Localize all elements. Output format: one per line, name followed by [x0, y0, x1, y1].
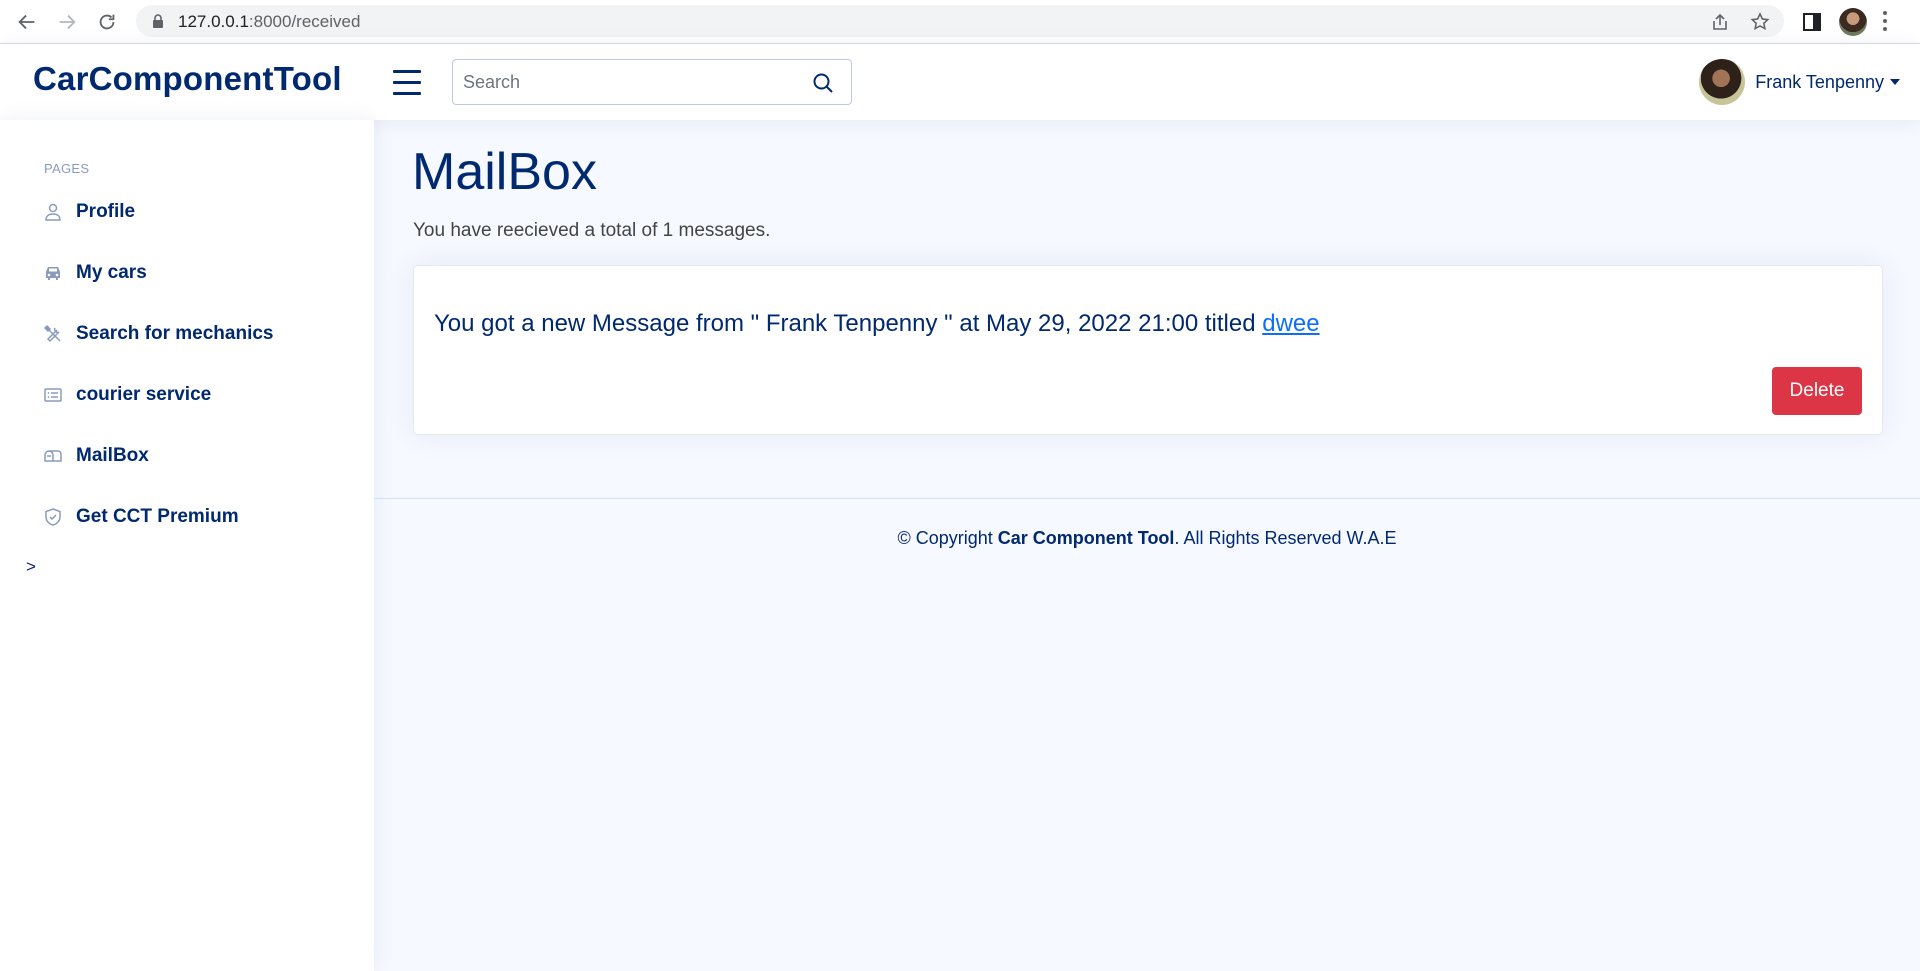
- share-icon[interactable]: [1710, 12, 1730, 32]
- menu-toggle-icon[interactable]: [393, 70, 421, 95]
- sidebar-item-my-cars[interactable]: My cars: [42, 256, 147, 290]
- sidebar-item-get-cct-premium[interactable]: Get CCT Premium: [42, 500, 239, 534]
- forward-button[interactable]: [54, 9, 80, 35]
- message-title-link[interactable]: dwee: [1262, 310, 1319, 337]
- footer-copyright: © Copyright Car Component Tool. All Righ…: [897, 528, 1397, 548]
- car-icon: [42, 262, 64, 284]
- browser-toolbar: 127.0.0.1:8000/received: [0, 0, 1920, 44]
- search-form: [452, 59, 852, 105]
- mailbox-icon: [42, 445, 64, 467]
- reload-button[interactable]: [94, 9, 120, 35]
- sidebar-item-label: Search for mechanics: [76, 323, 274, 344]
- reload-icon: [99, 14, 115, 30]
- sidebar: PAGES Profile My cars Search for mechani…: [0, 120, 374, 971]
- message-text: You got a new Message from " Frank Tenpe…: [434, 310, 1320, 337]
- side-panel-icon[interactable]: [1800, 10, 1824, 34]
- arrow-left-icon: [18, 14, 35, 30]
- sidebar-item-label: Profile: [76, 201, 136, 222]
- lock-icon: [153, 14, 163, 28]
- logo[interactable]: CarComponentTool: [33, 60, 342, 98]
- sidebar-heading: PAGES: [44, 161, 90, 176]
- address-bar[interactable]: 127.0.0.1:8000/received: [136, 5, 1784, 37]
- sidebar-item-mailbox[interactable]: MailBox: [42, 439, 149, 473]
- sidebar-collapse-toggle[interactable]: >: [26, 557, 36, 577]
- arrow-right-icon: [59, 14, 76, 30]
- sidebar-item-courier-service[interactable]: courier service: [42, 378, 211, 412]
- card-list-icon: [42, 384, 64, 406]
- profile-dropdown[interactable]: Frank Tenpenny: [1699, 59, 1900, 105]
- caret-down-icon: [1890, 79, 1900, 85]
- sidebar-item-search-for-mechanics[interactable]: Search for mechanics: [42, 317, 273, 351]
- back-button[interactable]: [14, 9, 40, 35]
- person-icon: [42, 201, 64, 223]
- url-text: 127.0.0.1:8000/received: [178, 12, 361, 31]
- user-name: Frank Tenpenny: [1755, 71, 1884, 92]
- browser-profile-avatar[interactable]: [1839, 8, 1867, 36]
- shield-check-icon: [42, 506, 64, 528]
- app-header: CarComponentTool Frank Tenpenny: [0, 44, 1920, 120]
- search-icon[interactable]: [811, 71, 835, 95]
- sidebar-item-label: MailBox: [76, 445, 149, 466]
- avatar: [1699, 59, 1746, 105]
- tools-icon: [42, 323, 64, 345]
- search-input[interactable]: [453, 60, 803, 104]
- sidebar-item-label: Get CCT Premium: [76, 506, 239, 527]
- sidebar-item-profile[interactable]: Profile: [42, 195, 135, 229]
- message-count-text: You have reecieved a total of 1 messages…: [413, 220, 771, 241]
- main-content: MailBox You have reecieved a total of 1 …: [374, 120, 1920, 971]
- star-icon[interactable]: [1750, 12, 1770, 32]
- sidebar-item-label: My cars: [76, 262, 147, 283]
- message-card: You got a new Message from " Frank Tenpe…: [413, 265, 1883, 435]
- browser-menu-icon[interactable]: [1882, 11, 1888, 33]
- sidebar-item-label: courier service: [76, 384, 212, 405]
- page-title: MailBox: [412, 143, 597, 201]
- delete-button[interactable]: Delete: [1772, 367, 1862, 415]
- footer-divider: [374, 498, 1920, 499]
